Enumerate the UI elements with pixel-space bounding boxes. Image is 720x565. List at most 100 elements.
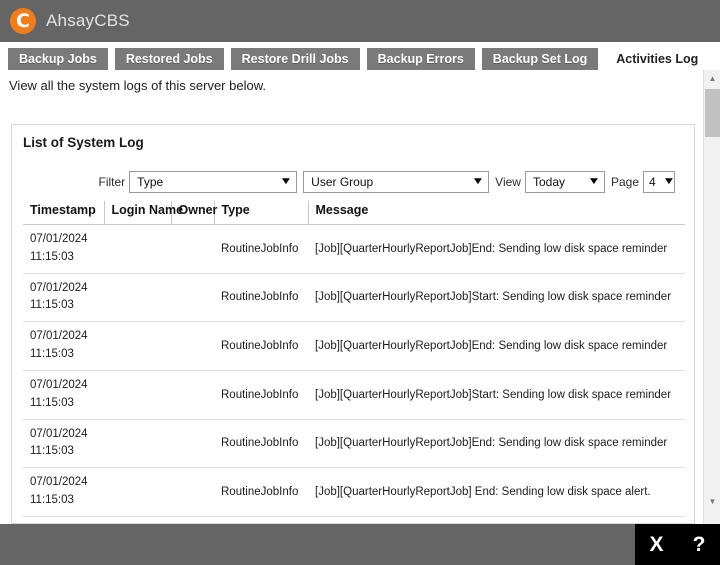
column-header-type[interactable]: Type bbox=[214, 201, 309, 225]
cell-message: [Job][QuarterHourlyReportJob]Start: Send… bbox=[308, 273, 685, 323]
table-body: 07/01/2024 11:15:03 RoutineJobInfo [Job]… bbox=[23, 224, 685, 523]
scroll-up-arrow-icon[interactable]: ▲ bbox=[704, 70, 720, 87]
cell-message: [Job][QuarterHourlyReportJob] End: Sendi… bbox=[308, 467, 685, 517]
filter-type-select[interactable]: Type ▼ bbox=[129, 171, 298, 193]
chevron-down-icon: ▼ bbox=[279, 176, 293, 187]
cell-login-name bbox=[104, 516, 171, 523]
top-header-bar: C AhsayCBS bbox=[0, 0, 720, 42]
view-value: Today bbox=[532, 175, 565, 189]
tab-restored-jobs[interactable]: Restored Jobs bbox=[114, 48, 224, 70]
table-row[interactable]: 07/01/2024 11:15:03 RoutineJobInfo [Job]… bbox=[23, 516, 685, 523]
cell-login-name bbox=[104, 370, 171, 420]
tab-activities-log[interactable]: Activities Log bbox=[605, 47, 710, 70]
cell-login-name bbox=[104, 467, 171, 517]
column-header-message[interactable]: Message bbox=[308, 201, 685, 225]
timestamp-time: 11:15:03 bbox=[30, 348, 74, 361]
cell-owner bbox=[171, 370, 214, 420]
table-row[interactable]: 07/01/2024 11:15:03 RoutineJobInfo [Job]… bbox=[23, 321, 685, 371]
timestamp-time: 11:15:03 bbox=[30, 396, 74, 409]
close-button[interactable]: X bbox=[644, 532, 670, 557]
filter-user-group-value: User Group bbox=[311, 175, 374, 189]
column-header-login-name[interactable]: Login Name bbox=[104, 201, 183, 225]
timestamp-date: 07/01/2024 bbox=[30, 233, 88, 245]
app-window: C AhsayCBS Backup Jobs Restored Jobs Res… bbox=[0, 0, 720, 565]
column-header-timestamp[interactable]: Timestamp bbox=[23, 201, 105, 225]
cell-owner bbox=[171, 467, 214, 517]
page-value: 4 bbox=[649, 175, 656, 189]
brand-title: AhsayCBS bbox=[46, 11, 130, 30]
cell-timestamp: 07/01/2024 11:15:03 bbox=[23, 419, 104, 469]
tab-backup-set-log[interactable]: Backup Set Log bbox=[481, 48, 599, 70]
cell-message: [Job][QuarterHourlyReportJob]End: Sendin… bbox=[308, 419, 685, 469]
timestamp-time: 11:15:03 bbox=[30, 493, 74, 506]
bottom-action-box: X ? bbox=[635, 524, 720, 565]
cell-login-name bbox=[104, 419, 171, 469]
help-button[interactable]: ? bbox=[687, 532, 712, 557]
cell-timestamp: 07/01/2024 11:15:03 bbox=[23, 273, 104, 323]
cell-type: RoutineJobInfo bbox=[214, 467, 308, 517]
filter-label: Filter bbox=[98, 175, 126, 189]
cell-login-name bbox=[104, 273, 171, 323]
system-log-table: Timestamp Login Name Owner Type Message … bbox=[23, 201, 685, 523]
view-select[interactable]: Today ▼ bbox=[524, 171, 605, 193]
tab-restore-drill-jobs[interactable]: Restore Drill Jobs bbox=[230, 48, 360, 70]
cell-timestamp: 07/01/2024 11:15:03 bbox=[23, 516, 104, 523]
table-header-row: Timestamp Login Name Owner Type Message bbox=[23, 201, 685, 225]
timestamp-date: 07/01/2024 bbox=[30, 330, 88, 343]
view-label: View bbox=[495, 175, 521, 189]
chevron-down-icon: ▼ bbox=[587, 176, 601, 187]
cell-type: RoutineJobInfo bbox=[214, 321, 308, 371]
vertical-scrollbar[interactable]: ▲ ▼ bbox=[703, 70, 720, 524]
table-row[interactable]: 07/01/2024 11:15:03 RoutineJobInfo [Job]… bbox=[23, 370, 685, 420]
table-header: Timestamp Login Name Owner Type Message bbox=[23, 201, 685, 225]
logo-letter: C bbox=[16, 9, 30, 32]
table-row[interactable]: 07/01/2024 11:15:03 RoutineJobInfo [Job]… bbox=[23, 467, 685, 517]
cell-message: [Job][QuarterHourlyReportJob]Starting re… bbox=[308, 516, 685, 523]
filter-type-value: Type bbox=[137, 175, 164, 189]
cell-type: RoutineJobInfo bbox=[214, 419, 308, 469]
cell-owner bbox=[171, 224, 214, 274]
cell-message: [Job][QuarterHourlyReportJob]End: Sendin… bbox=[308, 224, 685, 274]
scrollbar-thumb[interactable] bbox=[705, 89, 720, 137]
timestamp-time: 11:15:03 bbox=[30, 299, 74, 312]
tab-backup-jobs[interactable]: Backup Jobs bbox=[8, 48, 108, 70]
cell-type: RoutineJobInfo bbox=[214, 370, 308, 420]
timestamp-time: 11:15:03 bbox=[30, 445, 74, 458]
tab-backup-errors[interactable]: Backup Errors bbox=[366, 48, 475, 70]
page-select[interactable]: 4 ▼ bbox=[643, 171, 675, 193]
cell-owner bbox=[171, 516, 214, 523]
cell-message: [Job][QuarterHourlyReportJob]End: Sendin… bbox=[308, 321, 685, 371]
page-label: Page bbox=[610, 175, 639, 189]
filter-toolbar: Filter Type ▼ User Group ▼ View Today ▼ … bbox=[23, 169, 683, 195]
timestamp-date: 07/01/2024 bbox=[30, 378, 88, 391]
table-row[interactable]: 07/01/2024 11:15:03 RoutineJobInfo [Job]… bbox=[23, 419, 685, 469]
ahsay-logo: C bbox=[10, 8, 36, 34]
cell-type: RoutineJobInfo bbox=[214, 273, 308, 323]
page-subtitle: View all the system logs of this server … bbox=[9, 78, 266, 93]
table-row[interactable]: 07/01/2024 11:15:03 RoutineJobInfo [Job]… bbox=[23, 273, 685, 323]
cell-type: RoutineJobInfo bbox=[214, 224, 308, 274]
cell-timestamp: 07/01/2024 11:15:03 bbox=[23, 467, 104, 517]
cell-owner bbox=[171, 321, 214, 371]
timestamp-time: 11:15:03 bbox=[30, 250, 74, 263]
table-row[interactable]: 07/01/2024 11:15:03 RoutineJobInfo [Job]… bbox=[23, 224, 685, 274]
timestamp-date: 07/01/2024 bbox=[30, 476, 88, 489]
cell-timestamp: 07/01/2024 11:15:03 bbox=[23, 321, 104, 371]
scroll-down-arrow-icon[interactable]: ▼ bbox=[704, 493, 720, 510]
bottom-bar: X ? bbox=[0, 524, 720, 565]
cell-timestamp: 07/01/2024 11:15:03 bbox=[23, 370, 104, 420]
cell-timestamp: 07/01/2024 11:15:03 bbox=[23, 224, 104, 274]
tab-strip: Backup Jobs Restored Jobs Restore Drill … bbox=[0, 42, 720, 70]
log-table-scroll: Timestamp Login Name Owner Type Message … bbox=[23, 201, 685, 523]
cell-owner bbox=[171, 419, 214, 469]
cell-type: RoutineJobInfo bbox=[214, 516, 308, 523]
panel-title: List of System Log bbox=[23, 135, 144, 150]
timestamp-date: 07/01/2024 bbox=[30, 427, 88, 440]
cell-message: [Job][QuarterHourlyReportJob]Start: Send… bbox=[308, 370, 685, 420]
cell-login-name bbox=[104, 321, 171, 371]
timestamp-date: 07/01/2024 bbox=[30, 281, 88, 294]
filter-user-group-select[interactable]: User Group ▼ bbox=[303, 171, 490, 193]
cell-login-name bbox=[104, 224, 171, 274]
chevron-down-icon: ▼ bbox=[661, 176, 676, 187]
system-log-panel: List of System Log Filter Type ▼ User Gr… bbox=[11, 124, 695, 524]
